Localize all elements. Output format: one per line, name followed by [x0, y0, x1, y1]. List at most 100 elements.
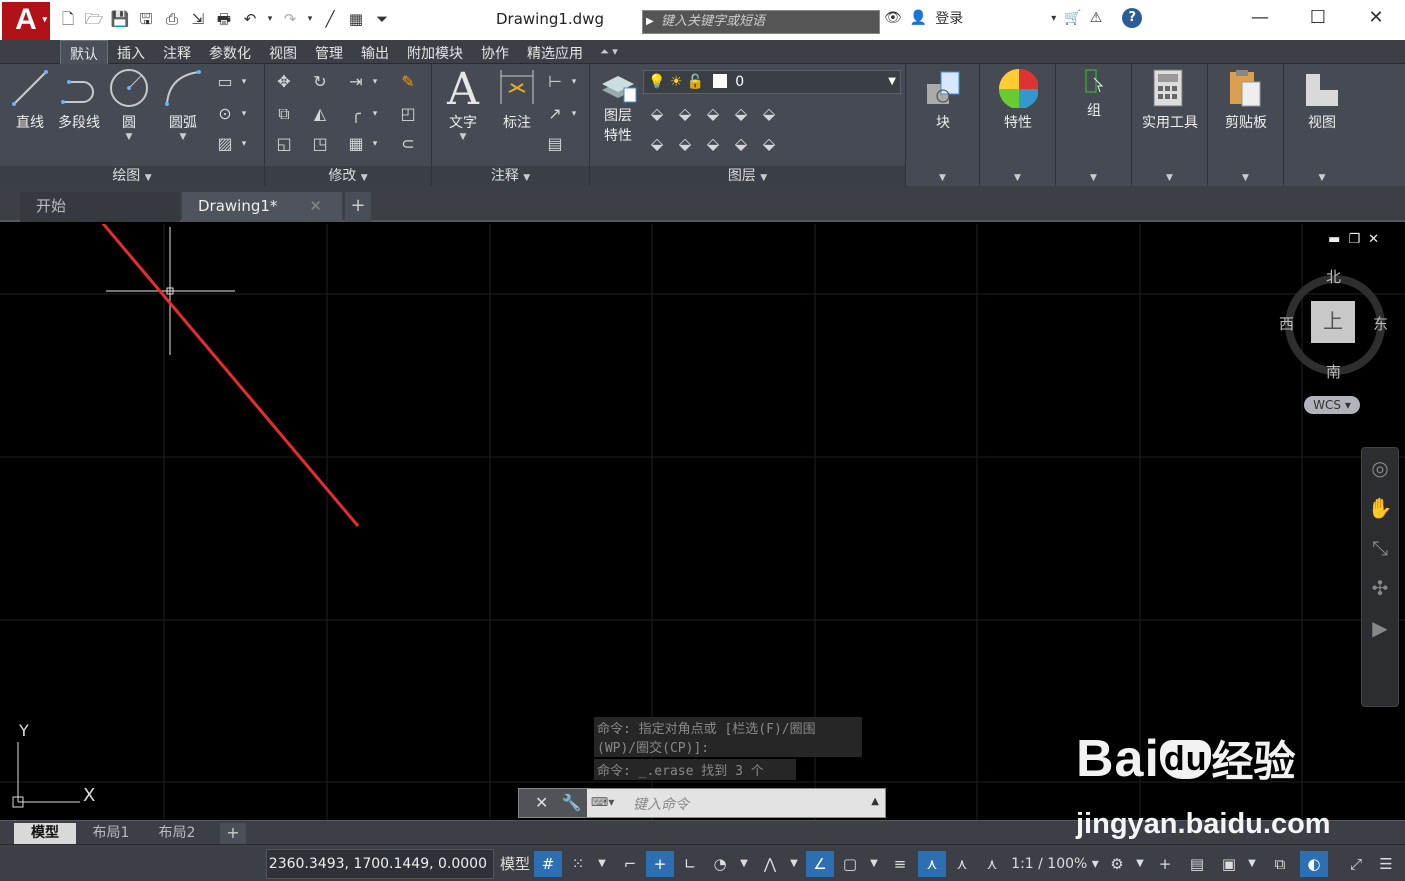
close-icon[interactable]: ✕: [1347, 0, 1405, 36]
annotation-visibility-icon[interactable]: ⋏: [918, 851, 946, 877]
lineweight-icon[interactable]: ≡: [886, 851, 914, 877]
isometric-icon[interactable]: ⋀: [756, 851, 784, 877]
restore-viewport-icon[interactable]: ❐: [1348, 232, 1368, 247]
dynamic-input-icon[interactable]: +: [646, 851, 674, 877]
utilities-button[interactable]: 实用工具: [1132, 68, 1208, 132]
pan-icon[interactable]: ✋: [1362, 488, 1398, 528]
modify-panel-title[interactable]: 修改 ▼: [265, 166, 431, 186]
lock-ui-icon[interactable]: ▣: [1216, 851, 1242, 877]
user-icon[interactable]: 👤: [910, 10, 927, 26]
search-input[interactable]: ▶ 键入关键字或短语: [642, 10, 880, 34]
layer-color-swatch[interactable]: [712, 74, 727, 88]
ribbon-tab[interactable]: 精选应用: [518, 40, 592, 64]
trim-icon[interactable]: ⇥: [345, 72, 367, 92]
auto-scale-icon[interactable]: ⋏: [948, 851, 976, 877]
close-icon[interactable]: ✕: [535, 793, 548, 812]
layer-unisolate-icon[interactable]: ⬙: [674, 134, 696, 154]
infer-constraints-icon[interactable]: ⌐: [616, 851, 644, 877]
wrench-icon[interactable]: 🔧: [562, 793, 582, 812]
ribbon-tab[interactable]: 参数化: [200, 40, 260, 64]
layer-thaw-icon[interactable]: ⬙: [702, 134, 724, 154]
match-properties-icon[interactable]: ╱: [320, 9, 340, 29]
ribbon-tab[interactable]: 默认: [60, 40, 108, 64]
customize-qat-icon[interactable]: ⏷: [372, 9, 392, 29]
explode-icon[interactable]: ◰: [397, 104, 419, 124]
undo-dropdown-icon[interactable]: ▾: [266, 9, 274, 29]
chevron-down-icon[interactable]: ▾: [369, 134, 381, 154]
block-panel-title[interactable]: ▼: [906, 166, 979, 186]
search-expand-icon[interactable]: ▶: [646, 11, 654, 33]
properties-panel-title[interactable]: ▼: [980, 166, 1055, 186]
chevron-down-icon[interactable]: ▼: [594, 851, 610, 877]
block-button[interactable]: 块: [906, 68, 980, 132]
object-snap-icon[interactable]: ▢: [836, 851, 864, 877]
cart-icon[interactable]: 🛒: [1064, 10, 1081, 26]
showmotion-icon[interactable]: ▶: [1362, 608, 1398, 648]
steering-wheel-icon[interactable]: ◎: [1362, 448, 1398, 488]
ribbon-minimize-icon[interactable]: ⏶ ▾: [600, 40, 618, 64]
drawing-tab[interactable]: Drawing1* ✕: [182, 192, 342, 222]
help-icon[interactable]: ?: [1122, 8, 1143, 28]
zoom-extents-icon[interactable]: ⤡: [1362, 528, 1398, 568]
grid-icon[interactable]: #: [534, 851, 562, 877]
ribbon-tab[interactable]: 附加模块: [398, 40, 472, 64]
rectangle-icon[interactable]: ▭: [214, 72, 236, 92]
close-icon[interactable]: ✕: [309, 192, 322, 220]
compass-east[interactable]: 东: [1373, 313, 1388, 334]
object-snap-tracking-icon[interactable]: ∠: [806, 851, 834, 877]
unlock-icon[interactable]: 🔓: [687, 74, 704, 90]
chevron-down-icon[interactable]: ▾: [568, 72, 580, 92]
sun-icon[interactable]: ☀: [670, 74, 683, 90]
layer-copy-icon[interactable]: ⬙: [758, 134, 780, 154]
circle-button[interactable]: 圆 ▼: [106, 68, 152, 142]
save-icon[interactable]: 💾: [110, 9, 130, 29]
chevron-down-icon[interactable]: ▼: [786, 851, 802, 877]
isolate-objects-icon[interactable]: ⧉: [1266, 851, 1294, 877]
arc-button[interactable]: 圆弧 ▼: [158, 68, 208, 142]
command-prompt-icon[interactable]: ⌨▾: [591, 795, 614, 809]
login-dropdown-icon[interactable]: ▾: [1051, 13, 1056, 24]
clipboard-button[interactable]: 剪贴板: [1208, 68, 1284, 132]
start-tab[interactable]: 开始: [20, 192, 180, 222]
layer-dropdown[interactable]: 💡 ☀ 🔓 0 ▼: [643, 70, 901, 94]
chevron-down-icon[interactable]: ▼: [106, 132, 152, 142]
chevron-down-icon[interactable]: ▼: [158, 132, 208, 142]
light-bulb-icon[interactable]: 💡: [648, 74, 665, 90]
save-as-icon[interactable]: 🖫: [136, 9, 156, 29]
ribbon-tab[interactable]: 插入: [108, 40, 154, 64]
polar-tracking-icon[interactable]: ◔: [706, 851, 734, 877]
line-button[interactable]: 直线: [8, 68, 52, 132]
ribbon-tab[interactable]: 输出: [352, 40, 398, 64]
publish-icon[interactable]: ⎙: [162, 9, 182, 29]
close-viewport-icon[interactable]: ✕: [1368, 232, 1387, 247]
mirror-icon[interactable]: ◭: [309, 104, 331, 124]
annotation-scale-icon[interactable]: ⋏: [978, 851, 1006, 877]
orbit-icon[interactable]: ✣: [1362, 568, 1398, 608]
chevron-up-icon[interactable]: ▲: [871, 796, 879, 807]
layer-isolate-icon[interactable]: ⬙: [646, 104, 668, 124]
layer-match-icon[interactable]: ⬙: [674, 104, 696, 124]
redo-icon[interactable]: ↷: [280, 9, 300, 29]
ellipse-icon[interactable]: ⊙: [214, 104, 236, 124]
scale-icon[interactable]: ◳: [309, 134, 331, 154]
binoculars-icon[interactable]: 👁: [884, 10, 902, 26]
leader-icon[interactable]: ↗: [544, 104, 566, 124]
compass-north[interactable]: 北: [1326, 266, 1341, 287]
compass-south[interactable]: 南: [1326, 361, 1341, 382]
customization-menu-icon[interactable]: ☰: [1372, 851, 1400, 877]
minimize-viewport-icon[interactable]: ▬: [1328, 232, 1348, 247]
login-button[interactable]: 登录: [935, 8, 963, 28]
chevron-down-icon[interactable]: ▼: [866, 851, 882, 877]
ortho-icon[interactable]: ∟: [676, 851, 704, 877]
hatch-icon[interactable]: ▨: [214, 134, 236, 154]
chevron-down-icon[interactable]: ▾: [238, 72, 250, 92]
clean-screen-icon[interactable]: ⤢: [1342, 851, 1370, 877]
chevron-down-icon[interactable]: ▾: [369, 104, 381, 124]
rotate-icon[interactable]: ↻: [309, 72, 331, 92]
ribbon-tab[interactable]: 管理: [306, 40, 352, 64]
layer-unlock-icon[interactable]: ⬙: [730, 134, 752, 154]
coordinates-readout[interactable]: 2360.3493, 1700.1449, 0.0000: [266, 849, 494, 879]
add-layout-button[interactable]: +: [220, 823, 246, 845]
draw-panel-title[interactable]: 绘图 ▼: [0, 166, 264, 186]
chevron-down-icon[interactable]: ▾: [568, 104, 580, 124]
